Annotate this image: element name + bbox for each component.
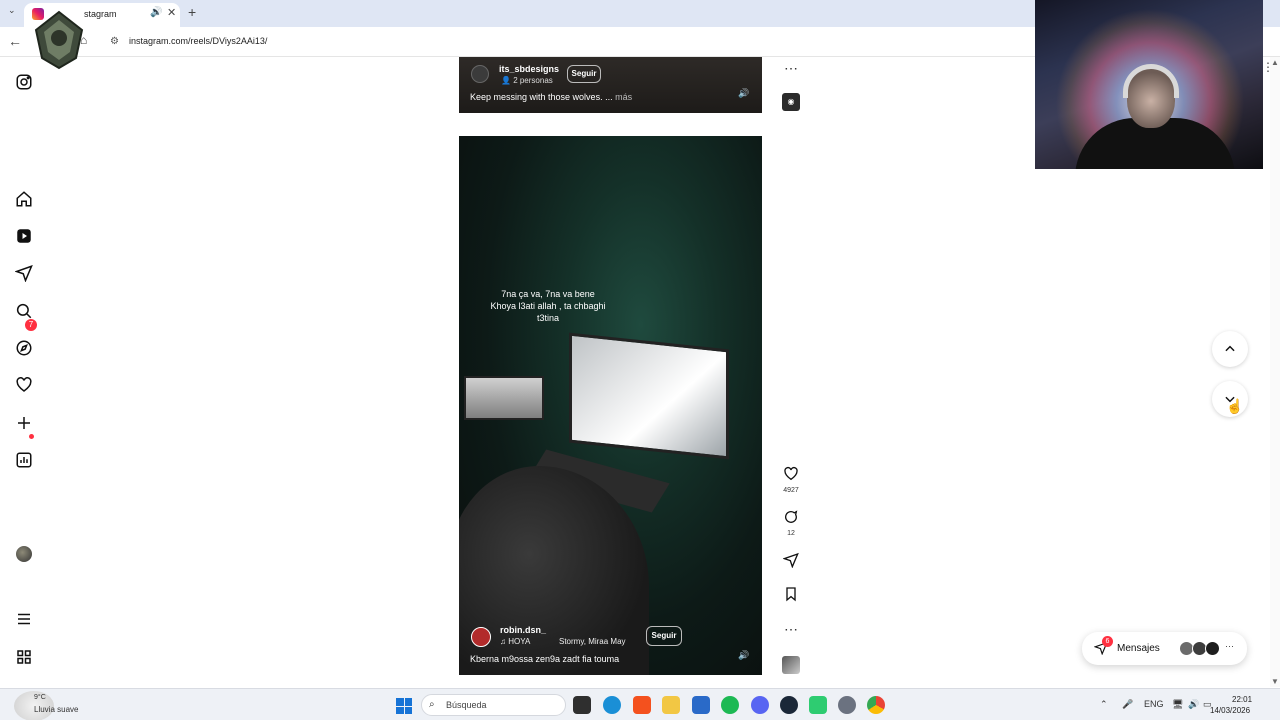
- tray-chevron-icon[interactable]: ⌃: [1100, 699, 1108, 710]
- home-icon[interactable]: [14, 189, 34, 209]
- reel-caption: Kberna m9ossa zen9a zadt fia touma: [470, 654, 620, 664]
- tab-title: stagram: [84, 9, 117, 19]
- reel-collaborators[interactable]: 👤 2 personas: [501, 76, 553, 85]
- video-scene-secondary-monitor: [464, 376, 544, 420]
- weather-description[interactable]: Lluvia suave: [34, 705, 78, 714]
- file-explorer-icon[interactable]: [662, 696, 680, 714]
- taskbar-search[interactable]: ⌕ Búsqueda: [421, 694, 566, 716]
- edge-icon[interactable]: [603, 696, 621, 714]
- menu-icon[interactable]: [14, 609, 34, 629]
- search-icon: ⌕: [429, 699, 435, 710]
- more-options-icon[interactable]: ⋯: [784, 60, 798, 77]
- reel-music-artists[interactable]: Stormy, Miraa May: [559, 637, 626, 646]
- store-icon[interactable]: [692, 696, 710, 714]
- reel-collaborators-text: 2 personas: [513, 76, 553, 85]
- tab-close-icon[interactable]: ✕: [167, 6, 176, 19]
- messages-label: Mensajes: [1117, 643, 1160, 654]
- dashboard-icon[interactable]: [14, 450, 34, 470]
- volume-icon[interactable]: 🔊: [738, 650, 749, 661]
- discord-icon[interactable]: [751, 696, 769, 714]
- app-icon[interactable]: [809, 696, 827, 714]
- caption-more-link[interactable]: más: [615, 92, 632, 102]
- previous-reel-button[interactable]: [1212, 331, 1248, 367]
- spotify-icon[interactable]: [721, 696, 739, 714]
- direct-icon[interactable]: [14, 263, 34, 283]
- scroll-down-arrow-icon[interactable]: ▼: [1271, 677, 1279, 686]
- reel-card-previous[interactable]: its_sbdesigns 👤 2 personas Seguir Keep m…: [459, 57, 762, 113]
- mouse-cursor-icon: ☝: [1226, 398, 1244, 414]
- video-scene-monitor: [569, 332, 729, 460]
- settings-icon[interactable]: [838, 696, 856, 714]
- steam-icon[interactable]: [780, 696, 798, 714]
- more-dots-icon: ⋯: [1225, 641, 1234, 651]
- message-avatar: [1205, 641, 1220, 656]
- overlay-line-1: 7na ça va, 7na va bene: [501, 289, 595, 299]
- bookmark-icon[interactable]: [781, 586, 801, 607]
- comments-count: 12: [787, 530, 795, 537]
- microphone-icon[interactable]: 🎤: [1122, 699, 1133, 710]
- clock-time[interactable]: 22:01: [1232, 695, 1252, 704]
- reel-author-username[interactable]: its_sbdesigns: [499, 64, 559, 74]
- chevron-up-icon: [1225, 345, 1235, 352]
- reel-author-avatar[interactable]: [471, 65, 489, 83]
- heart-icon[interactable]: [14, 375, 34, 395]
- new-tab-icon[interactable]: +: [188, 4, 196, 20]
- task-view-icon[interactable]: [573, 696, 591, 714]
- clock-date[interactable]: 14/03/2026: [1210, 706, 1250, 715]
- comment-icon[interactable]: [781, 509, 801, 530]
- webcam-overlay: [1035, 0, 1263, 169]
- reels-icon[interactable]: [14, 226, 34, 246]
- page-scrollbar[interactable]: [1270, 57, 1280, 687]
- reel-overlay-text: 7na ça va, 7na va bene Khoya l3ati allah…: [473, 288, 623, 324]
- chrome-icon[interactable]: [867, 696, 885, 714]
- like-icon[interactable]: [781, 466, 801, 487]
- follow-button[interactable]: Seguir: [567, 65, 601, 83]
- profile-avatar[interactable]: [16, 546, 32, 562]
- meta-apps-icon[interactable]: [14, 647, 34, 667]
- tab-audio-icon[interactable]: 🔊: [150, 7, 162, 18]
- share-icon[interactable]: [781, 552, 801, 573]
- language-indicator[interactable]: ENG: [1144, 699, 1164, 709]
- create-icon[interactable]: [14, 413, 34, 433]
- tab-search-chevron-icon[interactable]: ⌄: [8, 5, 16, 16]
- network-icon[interactable]: 🖥: [1172, 699, 1183, 710]
- back-arrow-icon[interactable]: ←: [8, 33, 22, 49]
- scroll-up-arrow-icon[interactable]: ▲: [1271, 58, 1279, 67]
- site-info-icon[interactable]: ⚙: [110, 36, 119, 47]
- reel-caption: Keep messing with those wolves. ... más: [470, 92, 632, 102]
- taskbar-search-placeholder: Búsqueda: [446, 700, 487, 710]
- reel-author-avatar[interactable]: [471, 627, 491, 647]
- reel-author-username[interactable]: robin.dsn_: [500, 625, 546, 635]
- weather-temperature[interactable]: 9°C: [34, 694, 46, 701]
- audio-thumbnail[interactable]: ◉: [782, 93, 800, 111]
- reel-caption-text: Keep messing with those wolves. ...: [470, 92, 613, 102]
- windows-start-icon[interactable]: [396, 698, 412, 714]
- reel-music-track[interactable]: ♫ HOYA: [500, 637, 530, 646]
- audio-thumbnail[interactable]: [782, 656, 800, 674]
- windows-taskbar: 9°C Lluvia suave ⌕ Búsqueda ⌃ 🎤 ENG 🖥 🔊 …: [0, 688, 1280, 720]
- brave-icon[interactable]: [633, 696, 651, 714]
- explore-icon[interactable]: [14, 338, 34, 358]
- overlay-line-2: Khoya l3ati allah , ta chbaghi: [490, 301, 606, 311]
- follow-button[interactable]: Seguir: [646, 626, 682, 646]
- more-options-icon[interactable]: ⋯: [784, 621, 798, 638]
- messages-badge: 6: [1102, 636, 1113, 647]
- instagram-logo-icon[interactable]: [14, 72, 34, 92]
- search-icon[interactable]: [14, 301, 34, 321]
- activity-dot: [29, 434, 34, 439]
- url-field[interactable]: instagram.com/reels/DViys2AAi13/: [129, 36, 267, 46]
- overlay-line-3: t3tina: [536, 313, 560, 323]
- reel-card-current[interactable]: 7na ça va, 7na va bene Khoya l3ati allah…: [459, 136, 762, 675]
- volume-icon[interactable]: 🔊: [1188, 699, 1199, 710]
- messages-button[interactable]: 6 Mensajes ⋯: [1082, 632, 1247, 665]
- volume-icon[interactable]: 🔊: [738, 88, 749, 99]
- instagram-sidebar: 7: [0, 57, 50, 687]
- likes-count: 4927: [783, 487, 799, 494]
